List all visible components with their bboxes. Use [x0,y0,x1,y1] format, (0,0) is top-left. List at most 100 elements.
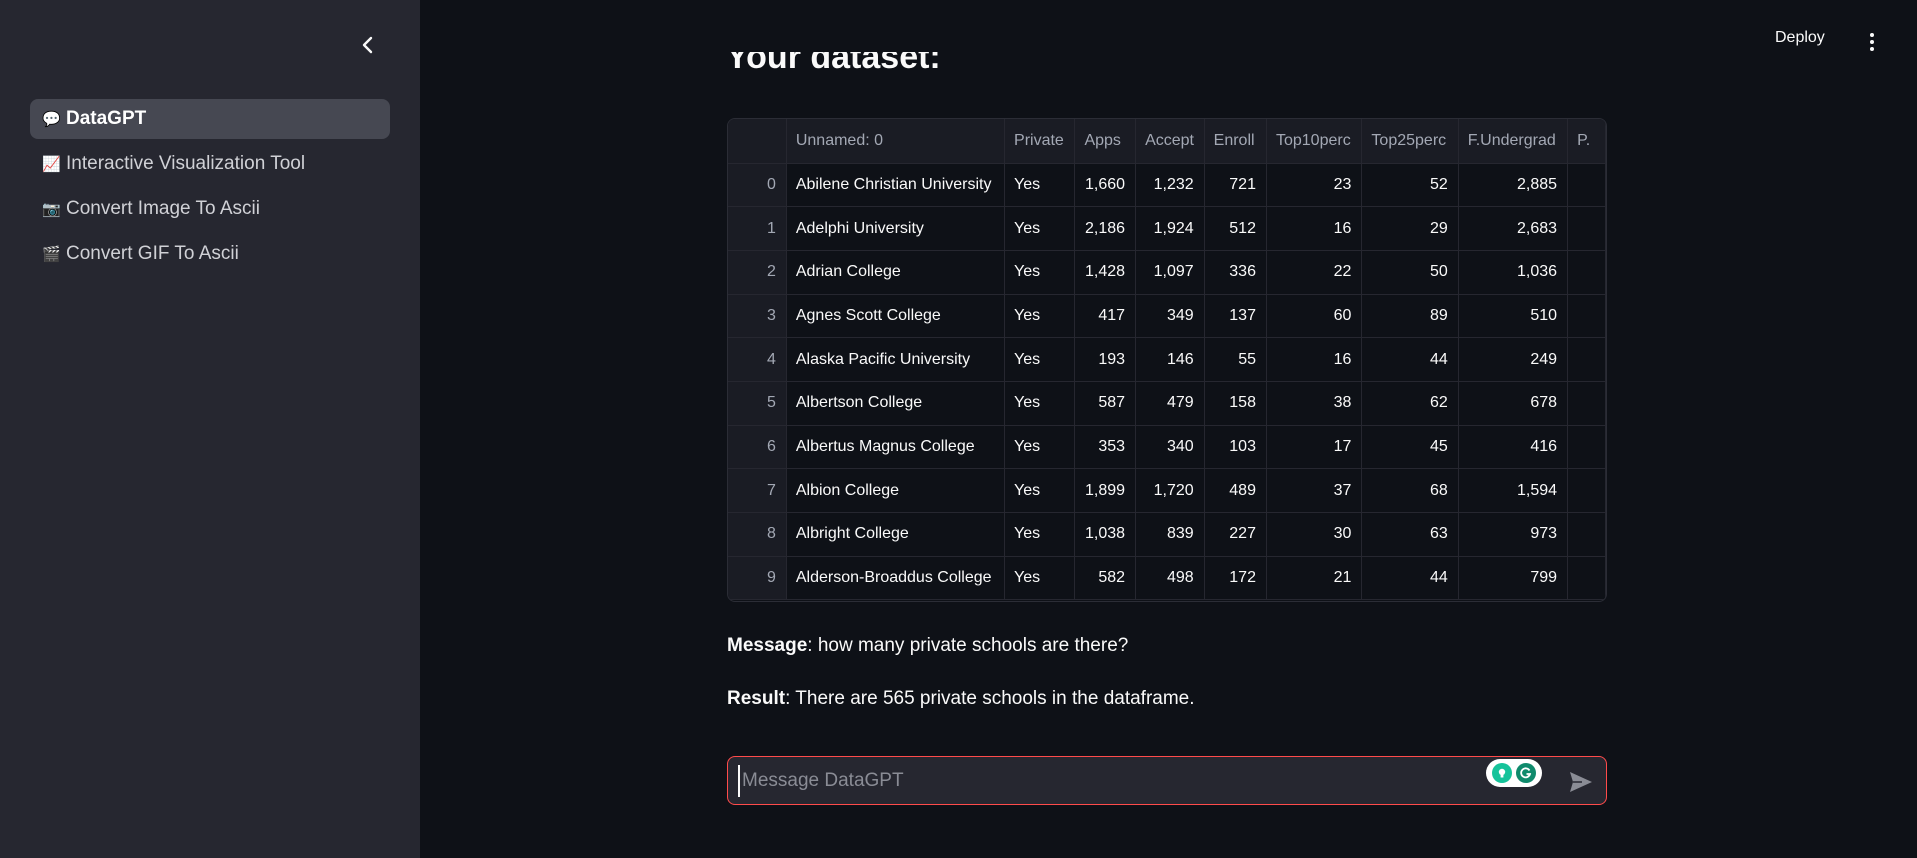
lightbulb-icon [1492,763,1512,783]
table-cell: Yes [1004,250,1076,295]
sidebar-item-label: Interactive Visualization Tool [66,153,306,174]
column-header[interactable]: F.Undergrad [1458,119,1569,164]
table-cell: 158 [1204,381,1267,426]
table-cell: 1,899 [1074,468,1137,513]
table-cell: 1,038 [1074,512,1137,557]
grammarly-badge[interactable] [1486,759,1542,787]
table-row[interactable]: 7 Albion College Yes 1,899 1,720 489 37 68 1,594 [728,468,1606,513]
table-cell: 479 [1135,381,1205,426]
table-cell: 2,186 [1074,206,1137,251]
chevron-left-icon [362,36,373,54]
sidebar-item-label: DataGPT [66,108,147,129]
table-cell: Abilene Christian University [786,163,1006,208]
deploy-button[interactable]: Deploy [1775,29,1825,47]
row-index: 2 [728,250,787,295]
camera-icon: 📷 [42,201,61,218]
column-header[interactable]: Enroll [1204,119,1267,164]
table-cell: 22 [1266,250,1363,295]
row-index: 6 [728,425,787,470]
column-header[interactable]: Accept [1135,119,1205,164]
sidebar-item-convert-image[interactable]: 📷 Convert Image To Ascii [30,189,390,229]
table-cell: 45 [1361,425,1459,470]
table-cell: Albion College [786,468,1006,513]
table-row[interactable]: 8 Albright College Yes 1,038 839 227 30 63 973 [728,512,1606,557]
page-title: Your dataset: [726,52,941,76]
table-cell: 44 [1361,556,1459,601]
column-header[interactable]: P. [1567,119,1606,164]
table-cell: 1,720 [1135,468,1205,513]
table-cell [1567,512,1606,557]
table-header-row: Unnamed: 0 Private Apps Accept Enroll Top10pe… [728,119,1606,164]
collapse-sidebar-button[interactable] [355,32,381,58]
sidebar-item-interactive-visualization[interactable]: 📈 Interactive Visualization Tool [30,144,390,184]
sidebar-nav: 💬 DataGPT 📈 Interactive Visualization To… [30,99,390,279]
table-cell: Yes [1004,556,1076,601]
table-cell [1567,337,1606,382]
table-cell: 1,660 [1074,163,1137,208]
table-cell: 1,594 [1458,468,1569,513]
table-cell: 973 [1458,512,1569,557]
table-cell: Yes [1004,163,1076,208]
table-row[interactable]: 5 Albertson College Yes 587 479 158 38 62 678 [728,381,1606,426]
table-cell: Albertus Magnus College [786,425,1006,470]
table-cell: Yes [1004,206,1076,251]
table-cell: 63 [1361,512,1459,557]
row-index: 7 [728,468,787,513]
send-button[interactable] [1568,770,1594,794]
column-header[interactable]: Private [1004,119,1076,164]
chart-increasing-icon: 📈 [42,156,61,173]
table-cell: 1,097 [1135,250,1205,295]
table-cell [1567,381,1606,426]
table-cell [1567,468,1606,513]
table-row[interactable]: 1 Adelphi University Yes 2,186 1,924 512 16 29 2… [728,206,1606,251]
table-cell: 349 [1135,294,1205,339]
table-cell: 89 [1361,294,1459,339]
table-cell: 353 [1074,425,1137,470]
row-index: 8 [728,512,787,557]
result-text: : There are 565 private schools in the d… [785,688,1195,709]
column-header[interactable]: Top25perc [1361,119,1459,164]
table-cell: 146 [1135,337,1205,382]
table-cell: 1,924 [1135,206,1205,251]
table-cell: 839 [1135,512,1205,557]
table-cell: Yes [1004,381,1076,426]
column-header[interactable]: Top10perc [1266,119,1363,164]
table-cell [1567,250,1606,295]
send-icon [1570,772,1592,792]
main-menu-icon[interactable] [1862,30,1882,54]
data-table: Unnamed: 0 Private Apps Accept Enroll Top10pe… [728,119,1606,601]
table-cell [1567,163,1606,208]
table-cell: Yes [1004,337,1076,382]
table-cell: 249 [1458,337,1569,382]
table-cell: 1,232 [1135,163,1205,208]
row-index: 4 [728,337,787,382]
table-cell: 417 [1074,294,1137,339]
sidebar-item-datagpt[interactable]: 💬 DataGPT [30,99,390,139]
table-row[interactable]: 9 Alderson-Broaddus College Yes 582 498 172 21… [728,556,1606,601]
index-column-header[interactable] [728,119,787,164]
table-row[interactable]: 6 Albertus Magnus College Yes 353 340 103 17 45… [728,425,1606,470]
table-cell: 37 [1266,468,1363,513]
table-cell: 23 [1266,163,1363,208]
table-cell: 678 [1458,381,1569,426]
column-header[interactable]: Unnamed: 0 [786,119,1006,164]
table-cell: Alaska Pacific University [786,337,1006,382]
table-cell: 227 [1204,512,1267,557]
table-cell: 2,683 [1458,206,1569,251]
table-row[interactable]: 0 Abilene Christian University Yes 1,660 1,2… [728,163,1606,208]
column-header[interactable]: Apps [1074,119,1137,164]
table-cell [1567,294,1606,339]
table-row[interactable]: 4 Alaska Pacific University Yes 193 146 55 16 4… [728,337,1606,382]
table-row[interactable]: 2 Adrian College Yes 1,428 1,097 336 22 50 1,036 [728,250,1606,295]
row-index: 5 [728,381,787,426]
sidebar-item-convert-gif[interactable]: 🎬 Convert GIF To Ascii [30,234,390,274]
chat-input[interactable] [738,765,1478,797]
dataframe-table[interactable]: Unnamed: 0 Private Apps Accept Enroll Top10pe… [727,118,1607,602]
table-row[interactable]: 3 Agnes Scott College Yes 417 349 137 60 89 510 [728,294,1606,339]
table-cell: 60 [1266,294,1363,339]
table-cell: 16 [1266,206,1363,251]
table-cell: 512 [1204,206,1267,251]
sidebar-item-label: Convert GIF To Ascii [66,243,239,264]
clapper-board-icon: 🎬 [42,246,61,263]
row-index: 0 [728,163,787,208]
